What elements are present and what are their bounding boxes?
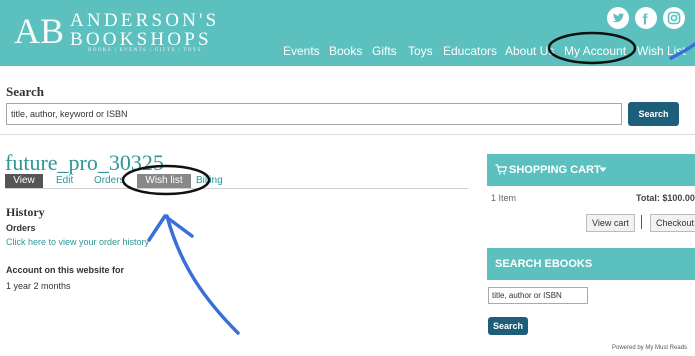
shopping-cart-header[interactable]: SHOPPING CART [487, 154, 695, 186]
nav-wish-list[interactable]: Wish List [637, 44, 686, 58]
order-history-link[interactable]: Click here to view your order history [6, 237, 149, 247]
instagram-link[interactable] [663, 7, 685, 29]
arrow-head-icon [147, 214, 194, 242]
nav-educators[interactable]: Educators [443, 44, 497, 58]
cart-button-separator [641, 215, 642, 229]
arrow-shaft [165, 214, 240, 335]
instagram-icon [667, 11, 681, 25]
facebook-icon: f [643, 12, 649, 29]
search-ebooks-header: SEARCH EBOOKS [487, 248, 695, 280]
powered-by-text: Powered by My Must Reads [612, 345, 688, 351]
site-header: AB ANDERSON'S BOOKSHOPS BOOKS | EVENTS |… [0, 0, 695, 66]
history-heading: History [6, 205, 45, 219]
twitter-link[interactable] [607, 7, 629, 29]
page-title: future_pro_30325 [5, 150, 164, 175]
search-heading: Search [6, 84, 45, 99]
tab-wish-list[interactable]: Wish list [137, 174, 191, 188]
nav-events[interactable]: Events [283, 44, 320, 58]
twitter-icon [612, 13, 625, 23]
search-button[interactable]: Search [628, 102, 679, 126]
tab-edit[interactable]: Edit [56, 174, 86, 188]
search-ebooks-title: SEARCH EBOOKS [495, 258, 593, 270]
chevron-down-icon [599, 167, 607, 172]
search-divider [0, 134, 695, 135]
nav-toys[interactable]: Toys [408, 44, 433, 58]
logo-wordmark[interactable]: ANDERSON'S BOOKSHOPS [70, 11, 219, 49]
logo-line-2: BOOKSHOPS [70, 29, 212, 50]
logo-tagline: BOOKS | EVENTS | GIFTS | TOYS [88, 48, 202, 53]
ebook-search-button[interactable]: Search [488, 317, 528, 335]
nav-gifts[interactable]: Gifts [372, 44, 397, 58]
tab-orders[interactable]: Orders [94, 174, 134, 188]
checkout-button[interactable]: Checkout [650, 214, 695, 232]
facebook-glyph: f [643, 12, 649, 29]
logo-monogram[interactable]: AB [14, 10, 66, 50]
tab-view[interactable]: View [5, 174, 43, 188]
tab-billing[interactable]: Billing [196, 174, 236, 188]
search-input[interactable] [6, 103, 622, 125]
shopping-cart-title: SHOPPING CART [509, 164, 601, 176]
member-heading: Account on this website for [6, 265, 125, 275]
facebook-link[interactable]: f [635, 7, 657, 29]
view-cart-button[interactable]: View cart [586, 214, 635, 232]
nav-my-account[interactable]: My Account [564, 44, 626, 58]
nav-books[interactable]: Books [329, 44, 362, 58]
nav-about-us[interactable]: About Us [505, 44, 554, 58]
logo-monogram-text: AB [14, 11, 64, 50]
ebook-search-input[interactable] [488, 287, 588, 304]
tabs-divider [5, 188, 468, 189]
logo-line-1: ANDERSON'S [70, 10, 220, 31]
cart-icon [495, 164, 507, 175]
cart-total: Total: $100.00 [636, 193, 695, 203]
cart-item-count: 1 Item [491, 193, 517, 203]
member-duration: 1 year 2 months [6, 281, 71, 291]
orders-heading: Orders [6, 223, 36, 233]
